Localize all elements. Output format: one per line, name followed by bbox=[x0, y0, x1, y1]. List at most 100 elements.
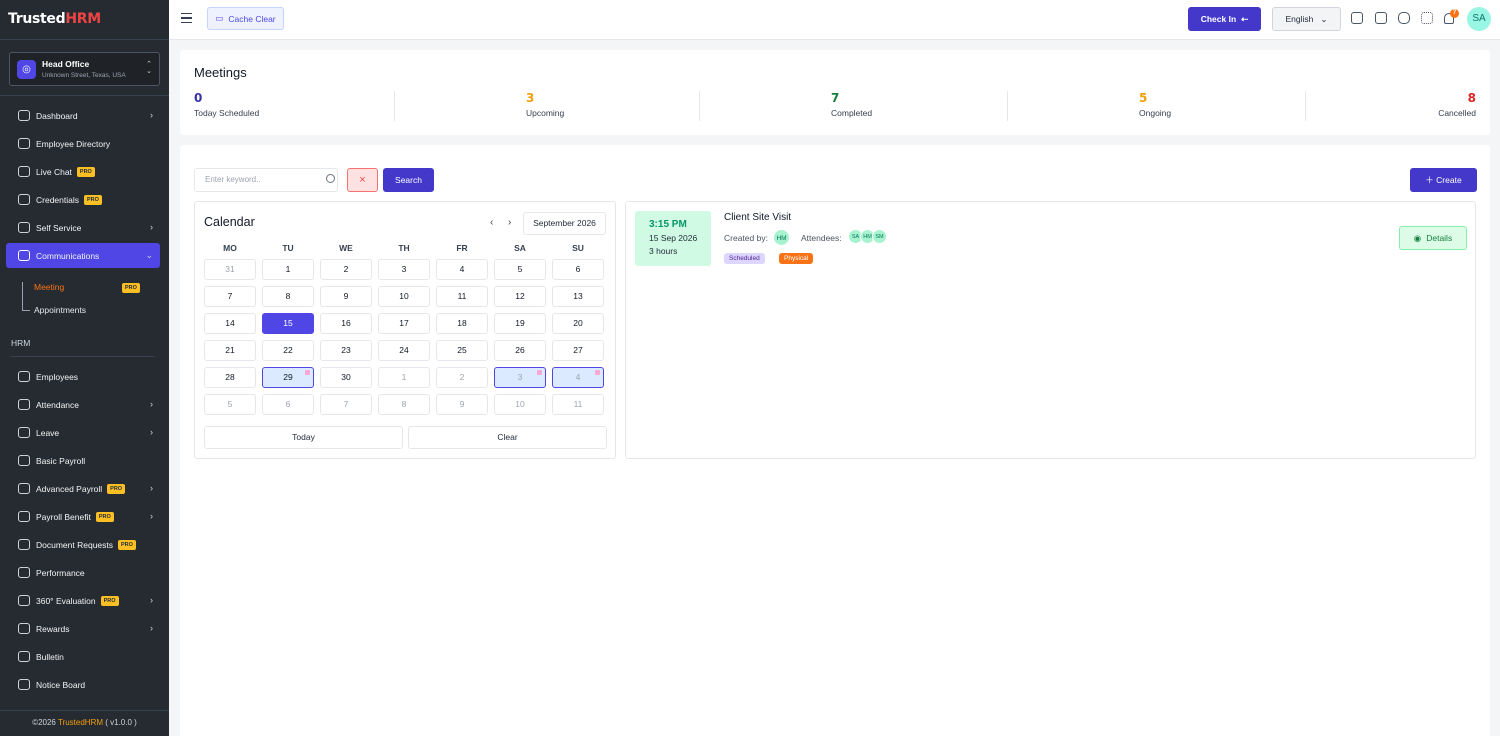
task-icon[interactable] bbox=[1375, 12, 1387, 24]
calendar-day[interactable]: 3 bbox=[378, 259, 430, 280]
calendar-day[interactable]: 19 bbox=[494, 313, 546, 334]
calendar-day[interactable]: 1 bbox=[378, 367, 430, 388]
stat-label: Today Scheduled bbox=[194, 108, 260, 118]
sidebar-item-dashboard[interactable]: Dashboard › bbox=[6, 103, 160, 128]
calendar-day[interactable]: 12 bbox=[494, 286, 546, 307]
calendar-day[interactable]: 24 bbox=[378, 340, 430, 361]
sidebar-subitem-appointments[interactable]: Appointments bbox=[34, 305, 86, 315]
calendar-day[interactable]: 6 bbox=[262, 394, 314, 415]
sidebar-item-bulletin[interactable]: Bulletin bbox=[6, 644, 160, 669]
calendar-day[interactable]: 2 bbox=[436, 367, 488, 388]
calendar-day[interactable]: 14 bbox=[204, 313, 256, 334]
creator-avatar: HM bbox=[773, 229, 790, 246]
calendar-day[interactable]: 27 bbox=[552, 340, 604, 361]
language-select[interactable]: English ⌄ bbox=[1272, 7, 1341, 31]
calendar-day[interactable]: 5 bbox=[494, 259, 546, 280]
copyright-text: ©2026 bbox=[32, 718, 58, 727]
calendar-day[interactable]: 31 bbox=[204, 259, 256, 280]
sidebar-item-document-requests[interactable]: Document Requests PRO bbox=[6, 532, 160, 557]
calendar-day[interactable]: 23 bbox=[320, 340, 372, 361]
calendar-day[interactable]: 30 bbox=[320, 367, 372, 388]
next-month-button[interactable]: › bbox=[508, 217, 511, 228]
calendar-day[interactable]: 9 bbox=[320, 286, 372, 307]
sidebar-item-payroll-benefit[interactable]: Payroll Benefit PRO › bbox=[6, 504, 160, 529]
sidebar-item-leave[interactable]: Leave › bbox=[6, 420, 160, 445]
sidebar-item-live-chat[interactable]: Live Chat PRO bbox=[6, 159, 160, 184]
calendar-day[interactable]: 4 bbox=[552, 367, 604, 388]
calendar-day[interactable]: 21 bbox=[204, 340, 256, 361]
sidebar-item-performance[interactable]: Performance bbox=[6, 560, 160, 585]
clear-filter-button[interactable]: × bbox=[347, 168, 378, 192]
calendar-day[interactable]: 7 bbox=[320, 394, 372, 415]
sidebar-item-label: Notice Board bbox=[36, 679, 86, 690]
add-icon[interactable] bbox=[1351, 12, 1363, 24]
calendar-day[interactable]: 11 bbox=[552, 394, 604, 415]
footer-brand-link[interactable]: TrustedHRM bbox=[58, 718, 103, 727]
sidebar-item-employee-directory[interactable]: Employee Directory bbox=[6, 131, 160, 156]
sidebar-item-attendance[interactable]: Attendance › bbox=[6, 392, 160, 417]
cache-clear-button[interactable]: ▭ Cache Clear bbox=[207, 7, 284, 30]
calendar-day[interactable]: 2 bbox=[320, 259, 372, 280]
calendar-day[interactable]: 3 bbox=[494, 367, 546, 388]
calendar-day[interactable]: 18 bbox=[436, 313, 488, 334]
calendar-day[interactable]: 20 bbox=[552, 313, 604, 334]
calendar-day-number: 14 bbox=[225, 318, 235, 328]
calendar-day[interactable]: 13 bbox=[552, 286, 604, 307]
search-button[interactable]: Search bbox=[383, 168, 434, 192]
search-input[interactable]: Enter keyword.. bbox=[194, 168, 338, 192]
details-button[interactable]: ◉ Details bbox=[1399, 226, 1467, 250]
check-in-button[interactable]: Check In ⇠ bbox=[1188, 7, 1261, 31]
today-button[interactable]: Today bbox=[204, 426, 403, 449]
sidebar-subitem-meeting[interactable]: Meeting bbox=[34, 282, 64, 292]
sidebar-item-employees[interactable]: Employees bbox=[6, 364, 160, 389]
calendar-day[interactable]: 25 bbox=[436, 340, 488, 361]
apps-icon[interactable] bbox=[1421, 12, 1433, 24]
sidebar-item-rewards[interactable]: Rewards › bbox=[6, 616, 160, 641]
directory-icon bbox=[18, 138, 30, 149]
meeting-title[interactable]: Client Site Visit bbox=[724, 212, 791, 223]
menu-toggle-icon[interactable] bbox=[181, 13, 192, 23]
calendar-clear-button[interactable]: Clear bbox=[408, 426, 607, 449]
calendar-day[interactable]: 10 bbox=[378, 286, 430, 307]
calendar-day-number: 22 bbox=[283, 345, 293, 355]
calendar-day[interactable]: 11 bbox=[436, 286, 488, 307]
topbar: ▭ Cache Clear Check In ⇠ English ⌄ 7 SA bbox=[169, 0, 1500, 40]
sidebar-footer: ©2026 TrustedHRM ( v1.0.0 ) bbox=[0, 718, 169, 727]
calendar-day[interactable]: 28 bbox=[204, 367, 256, 388]
create-button[interactable]: ＋ Create bbox=[1410, 168, 1477, 192]
sidebar-item-self-service[interactable]: Self Service › bbox=[6, 215, 160, 240]
calendar-day-number: 10 bbox=[515, 399, 525, 409]
sidebar-item-basic-payroll[interactable]: Basic Payroll bbox=[6, 448, 160, 473]
stat-value: 7 bbox=[831, 91, 840, 105]
office-selector[interactable]: ◎ Head Office Unknown Street, Texas, USA… bbox=[9, 52, 160, 86]
message-icon[interactable] bbox=[1398, 12, 1410, 24]
calendar-day[interactable]: 1 bbox=[262, 259, 314, 280]
calendar-day[interactable]: 8 bbox=[262, 286, 314, 307]
sidebar-item-360-evaluation[interactable]: 360° Evaluation PRO › bbox=[6, 588, 160, 613]
calendar-day[interactable]: 29 bbox=[262, 367, 314, 388]
calendar-day[interactable]: 26 bbox=[494, 340, 546, 361]
calendar-day[interactable]: 8 bbox=[378, 394, 430, 415]
user-avatar[interactable]: SA bbox=[1467, 7, 1491, 31]
sidebar-item-label: Credentials bbox=[36, 194, 79, 205]
weekday-fr: FR bbox=[456, 243, 468, 253]
pro-badge: PRO bbox=[84, 194, 102, 205]
calendar-day[interactable]: 22 bbox=[262, 340, 314, 361]
month-select[interactable]: September 2026 bbox=[523, 212, 606, 235]
calendar-day[interactable]: 17 bbox=[378, 313, 430, 334]
sidebar-item-advanced-payroll[interactable]: Advanced Payroll PRO › bbox=[6, 476, 160, 501]
calendar-day[interactable]: 15 bbox=[262, 313, 314, 334]
calendar-day[interactable]: 9 bbox=[436, 394, 488, 415]
calendar-day[interactable]: 4 bbox=[436, 259, 488, 280]
sidebar-item-communications[interactable]: Communications ⌄ bbox=[6, 243, 160, 268]
calendar-day[interactable]: 5 bbox=[204, 394, 256, 415]
prev-month-button[interactable]: ‹ bbox=[490, 217, 493, 228]
calendar-day[interactable]: 7 bbox=[204, 286, 256, 307]
sidebar-item-credentials[interactable]: Credentials PRO bbox=[6, 187, 160, 212]
payroll-icon bbox=[18, 483, 30, 494]
calendar-day[interactable]: 16 bbox=[320, 313, 372, 334]
app-logo[interactable]: TrustedHRM bbox=[8, 11, 101, 27]
sidebar-item-notice-board[interactable]: Notice Board bbox=[6, 672, 160, 697]
calendar-day[interactable]: 6 bbox=[552, 259, 604, 280]
calendar-day[interactable]: 10 bbox=[494, 394, 546, 415]
